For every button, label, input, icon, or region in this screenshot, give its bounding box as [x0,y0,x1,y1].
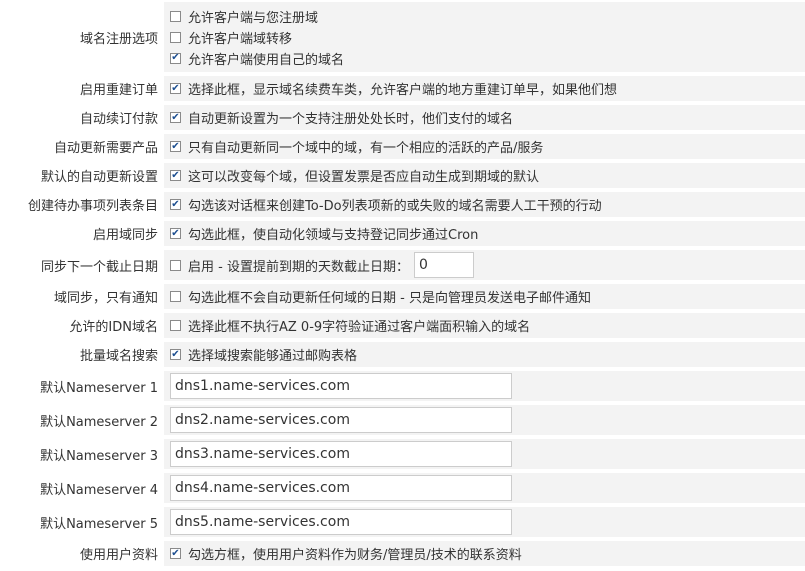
requires-product-text: 只有自动更新同一个域中的域，有一个相应的活跃的产品/服务 [188,141,544,156]
row-label: 默认的自动更新设置 [0,161,164,190]
row-label: 默认Nameserver 1 [0,369,164,403]
row-auto-renew-payment: 自动续订付款 自动更新设置为一个支持注册处处长时，他们支付的域名 [0,103,805,132]
domain-settings-table: 域名注册选项 允许客户端与您注册域 允许客户端域转移 允许客户端使用自己的域名 … [0,0,805,568]
row-label: 默认Nameserver 3 [0,437,164,471]
sync-notify-only-checkbox[interactable] [170,291,181,302]
allow-idn-checkbox[interactable] [170,320,181,331]
nameserver-4-input[interactable]: dns4.name-services.com [170,475,512,501]
default-auto-renew-checkbox[interactable] [170,170,181,181]
allow-own-domain-label: 允许客户端使用自己的域名 [188,52,345,68]
row-enable-reorder: 启用重建订单 选择此框，显示域名续费车类，允许客户端的地方重建订单早，如果他们想 [0,74,805,103]
allow-transfer-checkbox[interactable] [170,31,181,43]
allow-own-domain-checkbox[interactable] [170,52,181,64]
row-domain-sync: 启用域同步 勾选此框，使自动化领域与支持登记同步通过Cron [0,219,805,248]
row-label: 默认Nameserver 5 [0,505,164,539]
auto-renew-payment-checkbox[interactable] [170,112,181,123]
domain-sync-text: 勾选此框，使自动化领域与支持登记同步通过Cron [188,228,479,243]
allow-idn-text: 选择此框不执行AZ 0-9字符验证通过客户端面积输入的域名 [188,320,531,335]
requires-product-checkbox[interactable] [170,141,181,152]
sync-notify-only-text: 勾选此框不会自动更新任何域的日期 - 只是向管理员发送电子邮件通知 [188,291,591,306]
auto-renew-payment-text: 自动更新设置为一个支持注册处处长时，他们支付的域名 [188,112,514,127]
domain-sync-checkbox[interactable] [170,228,181,239]
default-auto-renew-text: 这可以改变每个域，但设置发票是否应自动生成到期域的默认 [188,170,540,185]
row-default-auto-renew: 默认的自动更新设置 这可以改变每个域，但设置发票是否应自动生成到期域的默认 [0,161,805,190]
allow-register-checkbox[interactable] [170,10,181,22]
nameserver-3-input[interactable]: dns3.name-services.com [170,441,512,467]
create-todo-checkbox[interactable] [170,199,181,210]
row-sync-notify-only: 域同步，只有通知 勾选此框不会自动更新任何域的日期 - 只是向管理员发送电子邮件… [0,282,805,311]
row-nameserver-4: 默认Nameserver 4 dns4.name-services.com [0,471,805,505]
row-label: 批量域名搜索 [0,340,164,369]
row-registration-options: 域名注册选项 允许客户端与您注册域 允许客户端域转移 允许客户端使用自己的域名 [0,0,805,74]
row-nameserver-1: 默认Nameserver 1 dns1.name-services.com [0,369,805,403]
bulk-search-checkbox[interactable] [170,349,181,360]
row-use-client-details: 使用用户资料 勾选方框，使用用户资料作为财务/管理员/技术的联系资料 [0,539,805,568]
nameserver-2-input[interactable]: dns2.name-services.com [170,407,512,433]
row-label: 域名注册选项 [0,0,164,74]
row-nameserver-5: 默认Nameserver 5 dns5.name-services.com [0,505,805,539]
use-client-details-text: 勾选方框，使用用户资料作为财务/管理员/技术的联系资料 [188,548,522,563]
sync-cutoff-checkbox[interactable] [170,259,181,271]
use-client-details-checkbox[interactable] [170,548,181,559]
row-auto-renew-requires-product: 自动更新需要产品 只有自动更新同一个域中的域，有一个相应的活跃的产品/服务 [0,132,805,161]
row-label: 创建待办事项列表条目 [0,190,164,219]
enable-reorder-text: 选择此框，显示域名续费车类，允许客户端的地方重建订单早，如果他们想 [188,83,618,98]
nameserver-1-input[interactable]: dns1.name-services.com [170,373,512,399]
row-bulk-search: 批量域名搜索 选择域搜索能够通过邮购表格 [0,340,805,369]
row-label: 自动续订付款 [0,103,164,132]
allow-transfer-label: 允许客户端域转移 [188,31,293,47]
row-label: 域同步，只有通知 [0,282,164,311]
row-nameserver-2: 默认Nameserver 2 dns2.name-services.com [0,403,805,437]
row-allow-idn: 允许的IDN域名 选择此框不执行AZ 0-9字符验证通过客户端面积输入的域名 [0,311,805,340]
row-label: 启用重建订单 [0,74,164,103]
row-label: 同步下一个截止日期 [0,248,164,282]
sync-cutoff-text: 启用 - 设置提前到期的天数截止日期： [188,259,409,275]
row-label: 启用域同步 [0,219,164,248]
cutoff-days-input[interactable]: 0 [413,252,474,278]
create-todo-text: 勾选该对话框来创建To-Do列表项新的或失败的域名需要人工干预的行动 [188,199,602,214]
row-sync-cutoff: 同步下一个截止日期 启用 - 设置提前到期的天数截止日期： 0 [0,248,805,282]
row-label: 允许的IDN域名 [0,311,164,340]
nameserver-5-input[interactable]: dns5.name-services.com [170,509,512,535]
row-create-todo: 创建待办事项列表条目 勾选该对话框来创建To-Do列表项新的或失败的域名需要人工… [0,190,805,219]
row-nameserver-3: 默认Nameserver 3 dns3.name-services.com [0,437,805,471]
row-label: 默认Nameserver 4 [0,471,164,505]
row-label: 默认Nameserver 2 [0,403,164,437]
row-label: 自动更新需要产品 [0,132,164,161]
row-label: 使用用户资料 [0,539,164,568]
enable-reorder-checkbox[interactable] [170,83,181,94]
allow-register-label: 允许客户端与您注册域 [188,10,319,26]
bulk-search-text: 选择域搜索能够通过邮购表格 [188,349,358,364]
